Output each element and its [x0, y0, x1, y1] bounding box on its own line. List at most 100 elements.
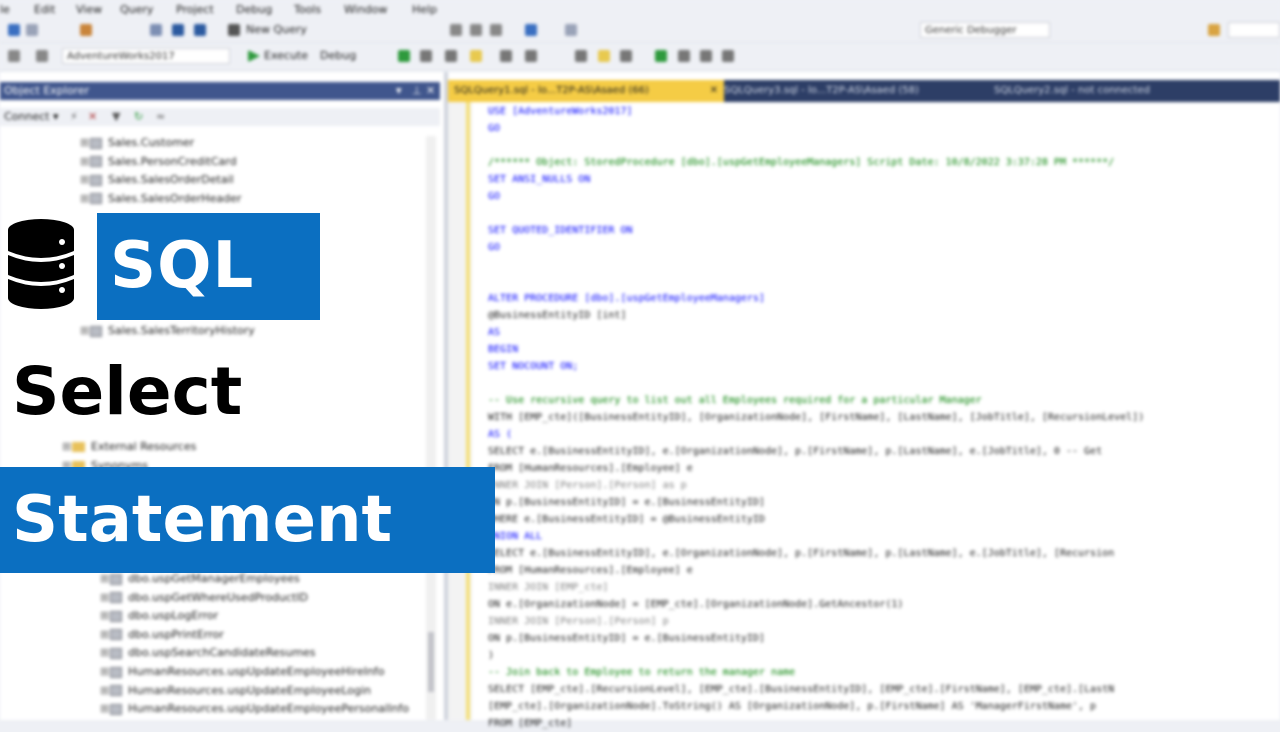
results-grid-icon[interactable] — [598, 50, 610, 62]
expand-icon[interactable]: ⊞ — [100, 607, 110, 625]
paste-icon[interactable] — [490, 24, 502, 36]
new-query-icon[interactable] — [228, 24, 240, 36]
expand-icon[interactable]: ⊞ — [100, 663, 110, 681]
tree-item[interactable]: ⊞ External Resources — [62, 438, 196, 456]
undo-icon[interactable] — [525, 24, 537, 36]
connect-icon[interactable] — [8, 50, 20, 62]
expand-icon[interactable]: ⊞ — [100, 644, 110, 662]
menu-item[interactable]: View — [76, 3, 102, 16]
parse-icon[interactable] — [398, 50, 410, 62]
code-line: WITH [EMP_cte]([BusinessEntityID], [Orga… — [488, 412, 1145, 423]
new-query-button[interactable]: New Query — [246, 23, 307, 36]
tree-item[interactable]: ⊞ HumanResources.uspUpdateEmployeeLogin — [100, 682, 371, 700]
expand-icon[interactable]: ⊞ — [80, 322, 90, 340]
redo-icon[interactable] — [565, 24, 577, 36]
menu-item[interactable]: Window — [344, 3, 387, 16]
code-line: @BusinessEntityID [int] — [488, 310, 627, 321]
quick-launch-input[interactable] — [1228, 22, 1280, 38]
open-file-icon[interactable] — [150, 24, 162, 36]
forward-icon[interactable] — [26, 24, 38, 36]
menu-item[interactable]: le — [0, 3, 10, 16]
editor-tab-strip: SQLQuery1.sql - lo...T2P-AS\Asaed (66) ✕ … — [448, 80, 1280, 102]
menu-bar: le Edit View Query Project Debug Tools Window He… — [0, 0, 1280, 18]
code-line: [EMP_cte].[OrganizationNode].ToString() … — [488, 701, 1097, 712]
object-explorer-title: Object Explorer — [4, 84, 90, 97]
expand-icon[interactable]: ⊞ — [80, 171, 90, 189]
tree-item[interactable]: ⊞ HumanResources.uspUpdateEmployeeHireInf… — [100, 663, 385, 681]
activity-monitor-icon[interactable]: ≈ — [156, 108, 165, 126]
menu-item[interactable]: Edit — [34, 3, 55, 16]
uncomment-icon[interactable] — [678, 50, 690, 62]
tab-sqlquery2[interactable]: SQLQuery2.sql - not connected — [988, 80, 1224, 102]
debugger-select[interactable]: Generic Debugger — [920, 22, 1050, 38]
code-line: INNER JOIN [EMP_cte] — [488, 582, 609, 593]
change-connection-icon[interactable] — [36, 50, 48, 62]
back-icon[interactable] — [8, 24, 20, 36]
tree-item[interactable]: ⊞ Sales.SalesOrderHeader — [80, 190, 241, 208]
connect-icon[interactable]: ⚡ — [70, 108, 78, 126]
expand-icon[interactable]: ⊞ — [100, 626, 110, 644]
query-options-icon[interactable] — [470, 50, 482, 62]
include-plan-icon[interactable] — [525, 50, 537, 62]
close-tab-icon[interactable]: ✕ — [710, 80, 718, 102]
copy-icon[interactable] — [470, 24, 482, 36]
menu-item[interactable]: Query — [120, 3, 153, 16]
results-text-icon[interactable] — [575, 50, 587, 62]
title-line-sql: SQL — [110, 229, 255, 303]
pin-icon[interactable]: ▾ — [396, 82, 402, 100]
expand-icon[interactable]: ⊞ — [80, 134, 90, 152]
stored-procedure-icon — [110, 685, 122, 697]
tree-item[interactable]: ⊞ HumanResources.uspUpdateEmployeePersona… — [100, 700, 409, 718]
indent-icon[interactable] — [722, 50, 734, 62]
tree-item-label: HumanResources.uspUpdateEmployeeHireInfo — [128, 665, 385, 678]
tree-item[interactable]: ⊞ Sales.SalesOrderDetail — [80, 171, 234, 189]
code-line: ALTER PROCEDURE [dbo].[uspGetEmployeeMan… — [488, 293, 765, 304]
intellisense-icon[interactable] — [500, 50, 512, 62]
cut-icon[interactable] — [450, 24, 462, 36]
tree-item[interactable]: ⊞ dbo.uspLogError — [100, 607, 218, 625]
stored-procedure-icon — [110, 573, 122, 585]
menu-item[interactable]: Debug — [236, 3, 272, 16]
menu-item[interactable]: Project — [176, 3, 214, 16]
connect-button[interactable]: Connect ▾ — [4, 110, 59, 123]
tree-item-label: dbo.uspLogError — [128, 609, 219, 623]
database-select[interactable]: AdventureWorks2017 — [62, 48, 230, 64]
tab-sqlquery1[interactable]: SQLQuery1.sql - lo...T2P-AS\Asaed (66) ✕ — [448, 80, 724, 102]
expand-icon[interactable]: ⊞ — [100, 682, 110, 700]
results-file-icon[interactable] — [620, 50, 632, 62]
tree-item[interactable]: ⊞ dbo.uspPrintError — [100, 626, 224, 644]
search-icon[interactable] — [1208, 24, 1220, 36]
tree-item[interactable]: ⊞ dbo.uspSearchCandidateResumes — [100, 644, 316, 662]
code-line: INNER JOIN [Person].[Person] as p — [488, 480, 687, 491]
menu-item[interactable]: Help — [412, 3, 437, 16]
tree-item[interactable]: ⊞ Sales.Customer — [80, 134, 194, 152]
save-all-icon[interactable] — [194, 24, 206, 36]
disconnect-icon[interactable]: ✕ — [88, 108, 97, 126]
code-line: INNER JOIN [Person].[Person] p — [488, 616, 669, 627]
expand-icon[interactable]: ⊞ — [80, 153, 90, 171]
tree-item-label: dbo.uspSearchCandidateResumes — [128, 646, 316, 660]
auto-hide-icon[interactable]: ⊥ — [412, 82, 422, 100]
refresh-icon[interactable]: ↻ — [134, 108, 143, 126]
object-explorer-scroll-thumb[interactable] — [428, 632, 434, 692]
expand-icon[interactable]: ⊞ — [80, 190, 90, 208]
expand-icon[interactable]: ⊞ — [62, 438, 72, 456]
filter-icon[interactable]: ▼ — [112, 108, 120, 126]
tab-sqlquery3[interactable]: SQLQuery3.sql - lo...T2P-AS\Asaed (58) — [718, 80, 984, 102]
new-project-icon[interactable] — [80, 24, 92, 36]
tree-item[interactable]: ⊞ dbo.uspGetWhereUsedProductID — [100, 589, 308, 607]
tree-item[interactable]: ⊞ Sales.PersonCreditCard — [80, 153, 237, 171]
comment-icon[interactable] — [655, 50, 667, 62]
close-icon[interactable]: ✕ — [426, 82, 435, 100]
debug-button[interactable]: Debug — [320, 49, 356, 62]
execute-button[interactable]: Execute — [264, 49, 308, 62]
results-to-icon[interactable] — [420, 50, 432, 62]
tree-item-label: Sales.PersonCreditCard — [108, 154, 237, 168]
outdent-icon[interactable] — [700, 50, 712, 62]
tree-item[interactable]: ⊞ Sales.SalesTerritoryHistory — [80, 322, 255, 340]
save-icon[interactable] — [172, 24, 184, 36]
estimated-plan-icon[interactable] — [445, 50, 457, 62]
expand-icon[interactable]: ⊞ — [100, 589, 110, 607]
menu-item[interactable]: Tools — [294, 3, 321, 16]
expand-icon[interactable]: ⊞ — [100, 700, 110, 718]
